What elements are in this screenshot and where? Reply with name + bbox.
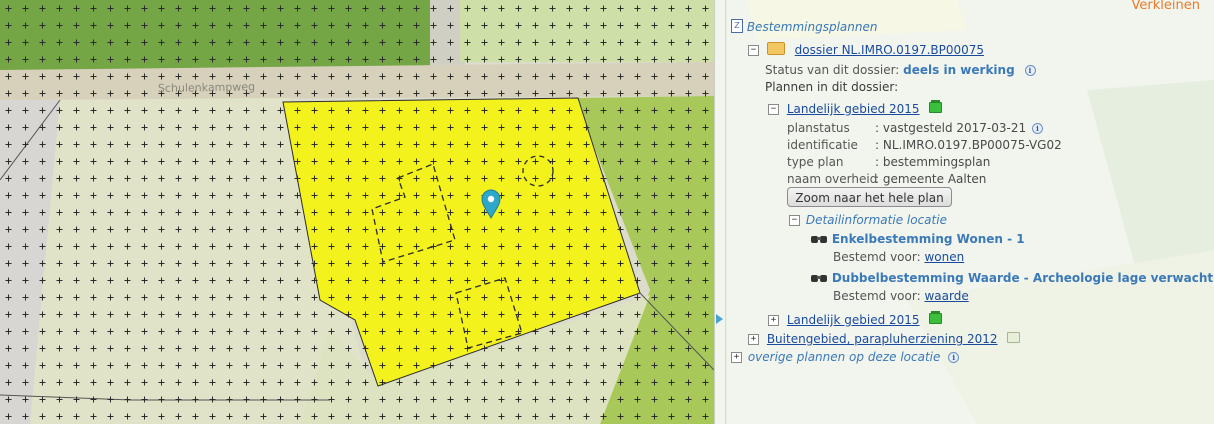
folder-icon: [766, 42, 785, 55]
attr-value: : vastgesteld 2017-03-21: [875, 121, 1027, 135]
panel-splitter[interactable]: [714, 0, 726, 424]
attr-value: : bestemmingsplan: [875, 155, 991, 169]
dossier-node: − dossier NL.IMRO.0197.BP00075: [748, 42, 984, 58]
map-canvas[interactable]: Schulenkampweg: [0, 0, 714, 424]
plan3-node: + Buitengebied, parapluherziening 2012: [748, 331, 1021, 347]
expand-toggle-icon[interactable]: +: [731, 352, 742, 363]
status-value: deels in werking: [903, 63, 1015, 77]
attr-value: : NL.IMRO.0197.BP00075-VG02: [875, 138, 1062, 152]
detail-sub: Bestemd voor: wonen: [833, 249, 964, 265]
detail-title: Enkelbestemming Wonen - 1: [831, 232, 1025, 246]
attr-key: identificatie: [787, 138, 858, 152]
zoom-plan-button[interactable]: Zoom naar het hele plan: [787, 187, 952, 207]
bestemd-link[interactable]: wonen: [924, 250, 964, 264]
bestemd-link[interactable]: waarde: [924, 289, 968, 303]
collapse-toggle-icon[interactable]: −: [768, 104, 779, 115]
plan1-attr-row: naam overheid: gemeente Aalten: [787, 171, 986, 187]
other-plans-link[interactable]: overige plannen op deze locatie: [748, 350, 941, 364]
detail-node: − Detailinformatie locatie: [789, 212, 947, 228]
info-icon[interactable]: i: [1031, 123, 1043, 134]
dossier-link[interactable]: dossier NL.IMRO.0197.BP00075: [795, 43, 984, 57]
lock-grey-icon: [1007, 332, 1021, 343]
collapse-panel-link[interactable]: Verkleinen: [1132, 0, 1200, 13]
info-icon[interactable]: i: [948, 352, 960, 363]
attr-key: naam overheid: [787, 172, 878, 186]
plan2-link[interactable]: Landelijk gebied 2015: [787, 313, 920, 327]
root-label[interactable]: Bestemmingsplannen: [747, 20, 878, 34]
collapse-toggle-icon[interactable]: −: [789, 215, 800, 226]
tree-root: Z Bestemmingsplannen: [731, 18, 878, 35]
plan1-node: − Landelijk gebied 2015: [768, 101, 943, 117]
plan1-attr-row: type plan : bestemmingsplan: [787, 154, 990, 170]
document-icon: Z: [731, 18, 743, 33]
collapse-toggle-icon[interactable]: −: [748, 45, 759, 56]
lock-green-icon: [929, 102, 943, 113]
other-plans-node: + overige plannen op deze locatie i: [731, 349, 960, 365]
plans-label: Plannen in dit dossier:: [765, 80, 899, 94]
info-icon[interactable]: i: [1024, 65, 1036, 76]
detail-label[interactable]: Detailinformatie locatie: [806, 213, 947, 227]
map-view[interactable]: Schulenkampweg: [0, 0, 714, 424]
attr-key: planstatus: [787, 121, 850, 135]
binoculars-icon[interactable]: [810, 232, 828, 243]
expand-toggle-icon[interactable]: +: [748, 334, 759, 345]
binoculars-icon[interactable]: [810, 271, 828, 282]
dossier-status: Status van dit dossier: deels in werking…: [765, 62, 1036, 78]
bestemd-label: Bestemd voor:: [833, 289, 921, 303]
bestemd-label: Bestemd voor:: [833, 250, 921, 264]
plan1-attr-row: identificatie : NL.IMRO.0197.BP00075-VG02: [787, 137, 1062, 153]
info-panel: Verkleinen Z Bestemmingsplannen − dossie…: [727, 0, 1214, 424]
expand-arrow-icon[interactable]: [716, 314, 723, 324]
detail-item: Enkelbestemming Wonen - 1: [810, 231, 1025, 247]
detail-sub: Bestemd voor: waarde: [833, 288, 969, 304]
detail-item: Dubbelbestemming Waarde - Archeologie la…: [810, 270, 1214, 286]
road-label: Schulenkampweg: [158, 80, 255, 95]
lock-green-icon: [929, 313, 943, 324]
attr-value: : gemeente Aalten: [875, 172, 987, 186]
detail-title: Dubbelbestemming Waarde - Archeologie la…: [831, 271, 1214, 285]
status-label: Status van dit dossier:: [765, 63, 900, 77]
plan1-attr-row: planstatus : vastgesteld 2017-03-21 i: [787, 120, 1043, 136]
attr-key: type plan: [787, 155, 844, 169]
plan2-node: + Landelijk gebied 2015: [768, 312, 943, 328]
expand-toggle-icon[interactable]: +: [768, 315, 779, 326]
plan1-link[interactable]: Landelijk gebied 2015: [787, 102, 920, 116]
plan3-link[interactable]: Buitengebied, parapluherziening 2012: [767, 332, 998, 346]
